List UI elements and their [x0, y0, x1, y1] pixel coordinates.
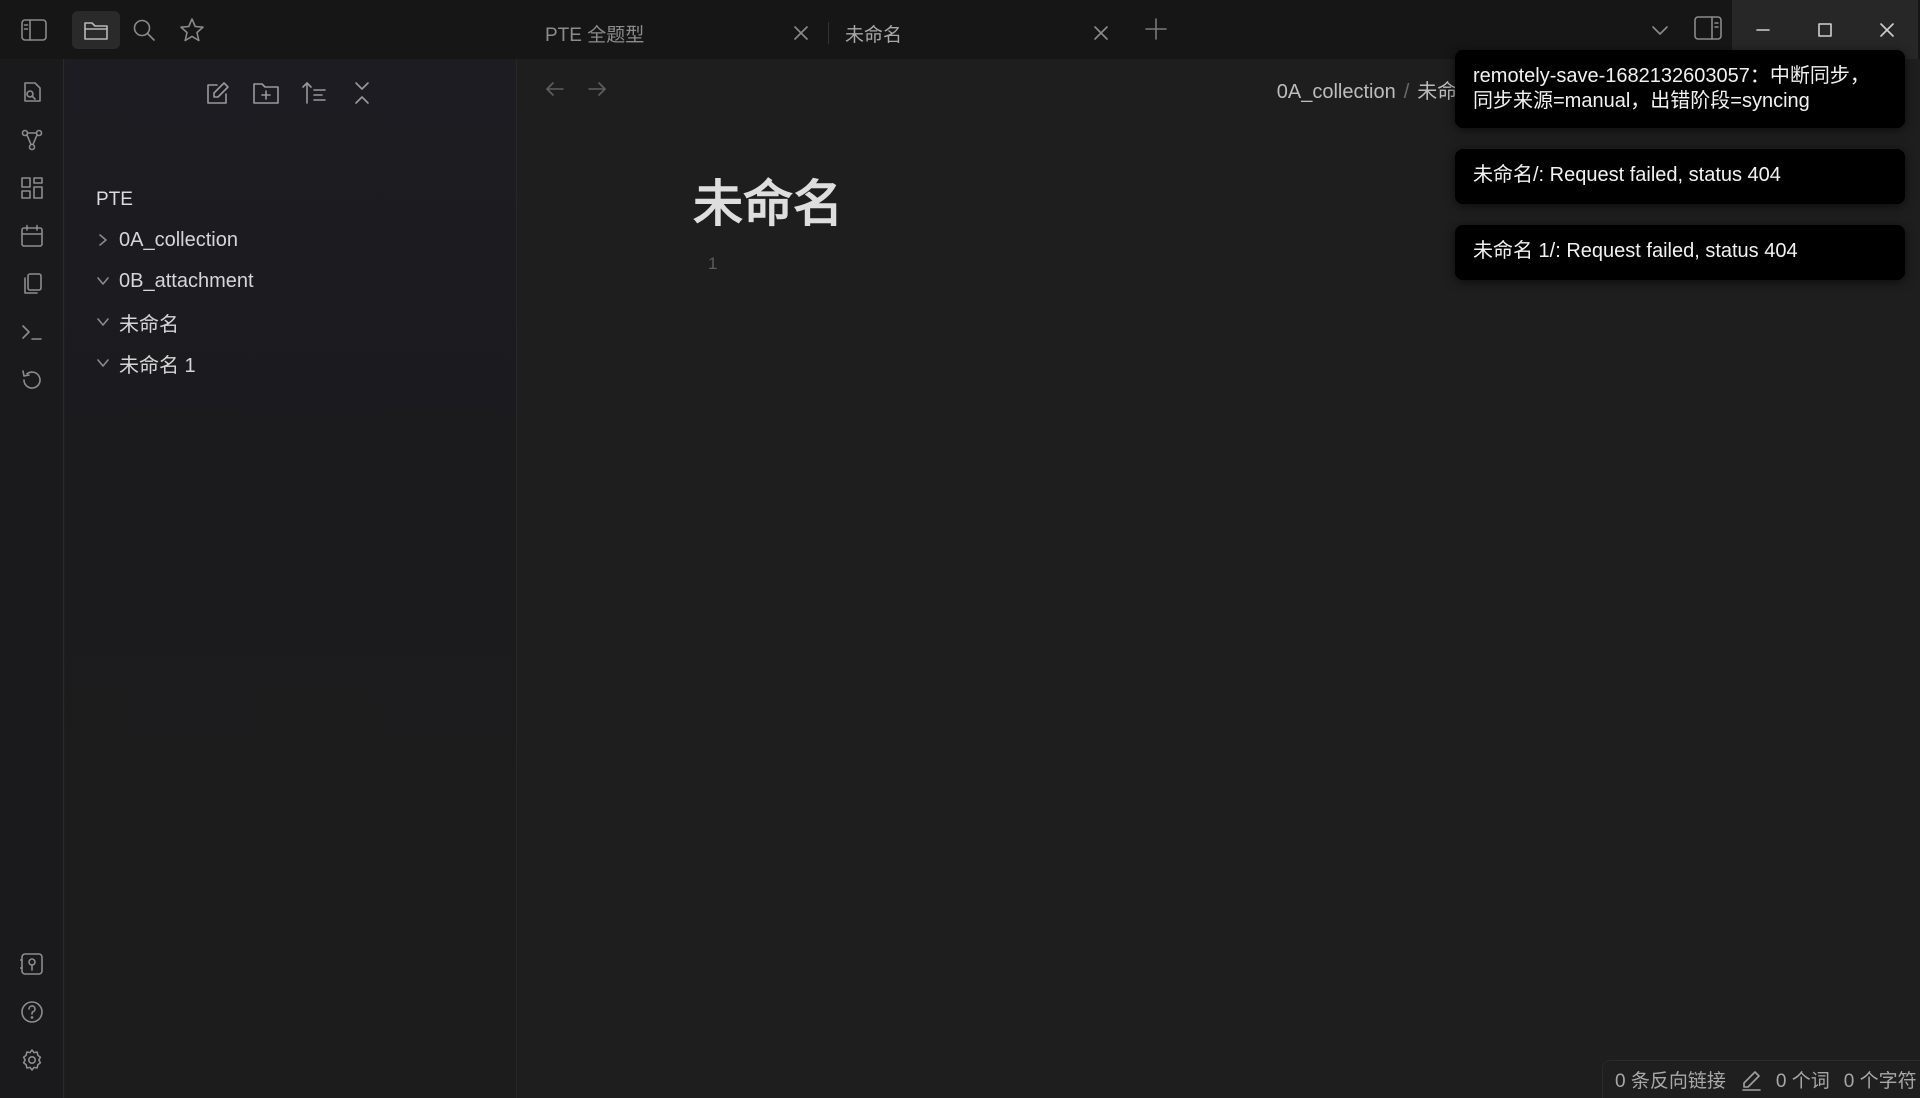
tree-item-label: 未命名 — [119, 313, 179, 336]
tree-folder-0b-attachment[interactable]: 0B_attachment — [93, 266, 254, 296]
word-count: 0 个词 — [1775, 1071, 1830, 1092]
breadcrumb-folder[interactable]: 0A_collection — [1277, 81, 1396, 103]
arrow-left-icon[interactable] — [543, 77, 567, 101]
backlinks-count[interactable]: 0 条反向链接 — [1615, 1066, 1726, 1093]
sort-icon[interactable] — [300, 79, 328, 107]
daily-note-icon[interactable] — [20, 224, 44, 248]
chevron-right-icon[interactable] — [93, 233, 113, 247]
settings-icon[interactable] — [20, 1048, 44, 1072]
tree-item-label: 0A_collection — [119, 228, 238, 251]
char-count: 0 个字符 — [1843, 1071, 1917, 1092]
file-explorer: PTE 0A_collection 0B_attachment 未命名 未命名 … — [65, 59, 517, 1098]
new-folder-icon[interactable] — [252, 79, 280, 107]
new-tab-icon[interactable] — [1143, 16, 1169, 42]
tree-item-label: 未命名 1 — [119, 354, 196, 377]
tree-folder-untitled[interactable]: 未命名 — [93, 307, 179, 337]
canvas-icon[interactable] — [20, 176, 44, 200]
chevron-down-icon[interactable] — [93, 274, 113, 288]
arrow-right-icon[interactable] — [585, 77, 609, 101]
notice-text: 未命名 1/: Request failed, status 404 — [1473, 240, 1798, 262]
graph-view-icon[interactable] — [20, 128, 44, 152]
close-icon[interactable] — [790, 22, 812, 44]
tree-item-label: 0B_attachment — [119, 269, 254, 292]
help-icon[interactable] — [20, 1000, 44, 1024]
notice-text: 未命名/: Request failed, status 404 — [1473, 164, 1781, 186]
command-palette-icon[interactable] — [20, 320, 44, 344]
open-quick-switcher-icon[interactable] — [20, 80, 44, 104]
collapse-all-icon[interactable] — [348, 79, 376, 107]
new-note-icon[interactable] — [204, 79, 232, 107]
templates-icon[interactable] — [20, 272, 44, 296]
breadcrumb-separator: / — [1403, 81, 1410, 103]
vault-name[interactable]: PTE — [96, 189, 133, 211]
right-sidebar-toggle-icon[interactable] — [1694, 16, 1722, 40]
sidebar-toggle-icon[interactable] — [10, 11, 58, 49]
tab-pte[interactable]: PTE 全题型 — [515, 12, 820, 54]
line-number: 1 — [708, 254, 718, 273]
search-icon[interactable] — [120, 11, 168, 49]
note-title[interactable]: 未命名 — [693, 164, 843, 236]
notice-sync-interrupted[interactable]: remotely-save-1682132603057：中断同步， 同步来源=m… — [1455, 50, 1905, 128]
tab-divider — [828, 22, 829, 44]
star-icon[interactable] — [168, 11, 216, 49]
editor-pane: 0A_collection / 未命名 未命名 1 — [517, 59, 1920, 1098]
chevron-down-icon[interactable] — [1648, 18, 1672, 42]
folder-icon[interactable] — [72, 10, 120, 49]
notice-request-failed[interactable]: 未命名 1/: Request failed, status 404 — [1455, 225, 1905, 280]
pencil-icon[interactable] — [1740, 1069, 1762, 1091]
vault-switcher-icon[interactable] — [20, 952, 44, 976]
status-bar: 0 条反向链接 0 个词 0 个字符 — [1602, 1060, 1920, 1098]
tree-folder-0a-collection[interactable]: 0A_collection — [93, 225, 238, 255]
notice-text: remotely-save-1682132603057：中断同步， — [1473, 65, 1870, 87]
sync-icon[interactable] — [20, 368, 44, 392]
chevron-down-icon[interactable] — [93, 315, 113, 329]
tab-label: 未命名 — [845, 24, 903, 46]
tree-folder-untitled-1[interactable]: 未命名 1 — [93, 348, 196, 378]
ribbon — [0, 59, 64, 1098]
notice-request-failed[interactable]: 未命名/: Request failed, status 404 — [1455, 149, 1905, 204]
tab-untitled[interactable]: 未命名 — [815, 12, 1120, 54]
notice-text: 同步来源=manual，出错阶段=syncing — [1473, 90, 1810, 112]
chevron-down-icon[interactable] — [93, 356, 113, 370]
close-icon[interactable] — [1090, 22, 1112, 44]
tab-label: PTE 全题型 — [545, 24, 645, 46]
